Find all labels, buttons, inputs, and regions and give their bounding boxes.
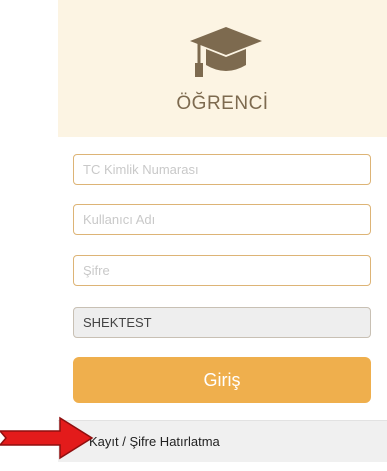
red-arrow-icon <box>0 416 94 460</box>
username-input[interactable] <box>73 204 371 235</box>
footer-bar: Kayıt / Şifre Hatırlatma <box>58 420 387 462</box>
role-header: ÖĞRENCİ <box>58 0 387 137</box>
institution-code-input[interactable] <box>73 307 371 338</box>
graduation-cap-icon <box>190 27 262 77</box>
login-button[interactable]: Giriş <box>73 357 371 403</box>
register-password-reminder-link[interactable]: Kayıt / Şifre Hatırlatma <box>89 434 220 449</box>
page-title: ÖĞRENCİ <box>176 93 269 114</box>
tc-kimlik-input[interactable] <box>73 154 371 185</box>
password-input[interactable] <box>73 255 371 286</box>
login-panel: ÖĞRENCİ Giriş Kayıt / Şifre Hatırlatma <box>58 0 387 471</box>
